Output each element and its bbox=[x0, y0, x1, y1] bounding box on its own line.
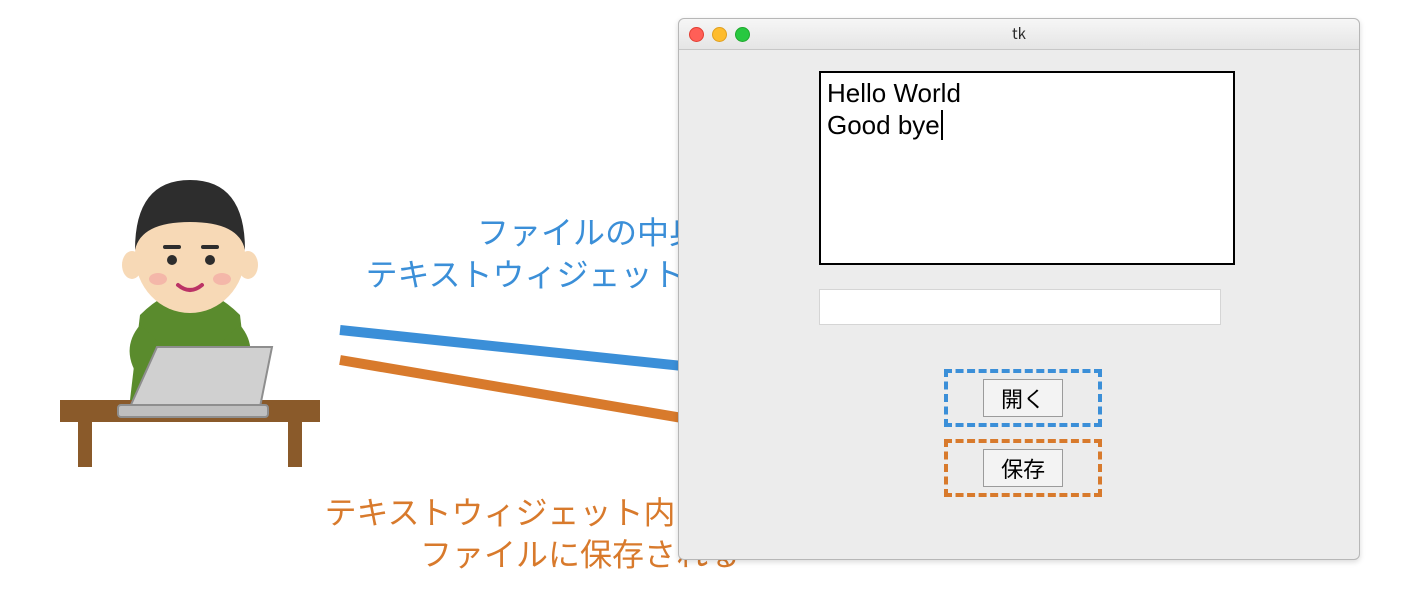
window-title: tk bbox=[679, 19, 1359, 49]
save-button[interactable]: 保存 bbox=[983, 449, 1063, 487]
text-line1: Hello World bbox=[827, 78, 961, 108]
text-line2: Good bye bbox=[827, 110, 943, 140]
open-button-highlight: 開く bbox=[944, 369, 1102, 427]
path-entry[interactable] bbox=[819, 289, 1221, 325]
tk-window: tk Hello World Good bye 開く 保存 bbox=[678, 18, 1360, 560]
text-widget[interactable]: Hello World Good bye bbox=[819, 71, 1235, 265]
user-illustration bbox=[60, 180, 320, 467]
open-button[interactable]: 開く bbox=[983, 379, 1063, 417]
save-button-highlight: 保存 bbox=[944, 439, 1102, 497]
titlebar[interactable]: tk bbox=[679, 19, 1359, 50]
